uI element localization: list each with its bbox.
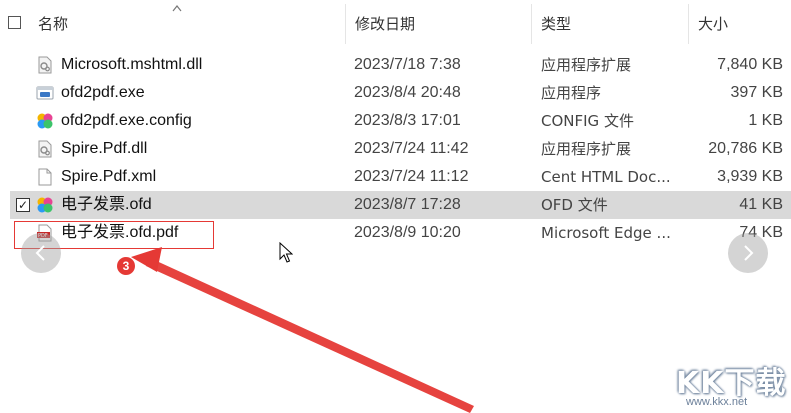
mouse-cursor-icon [279, 242, 293, 263]
annotation-arrow [131, 247, 474, 413]
watermark-url: www.kkx.net [686, 396, 748, 408]
step-number-badge: 3 [117, 257, 135, 275]
watermark: KK下载 www.kkx.net [674, 358, 789, 410]
